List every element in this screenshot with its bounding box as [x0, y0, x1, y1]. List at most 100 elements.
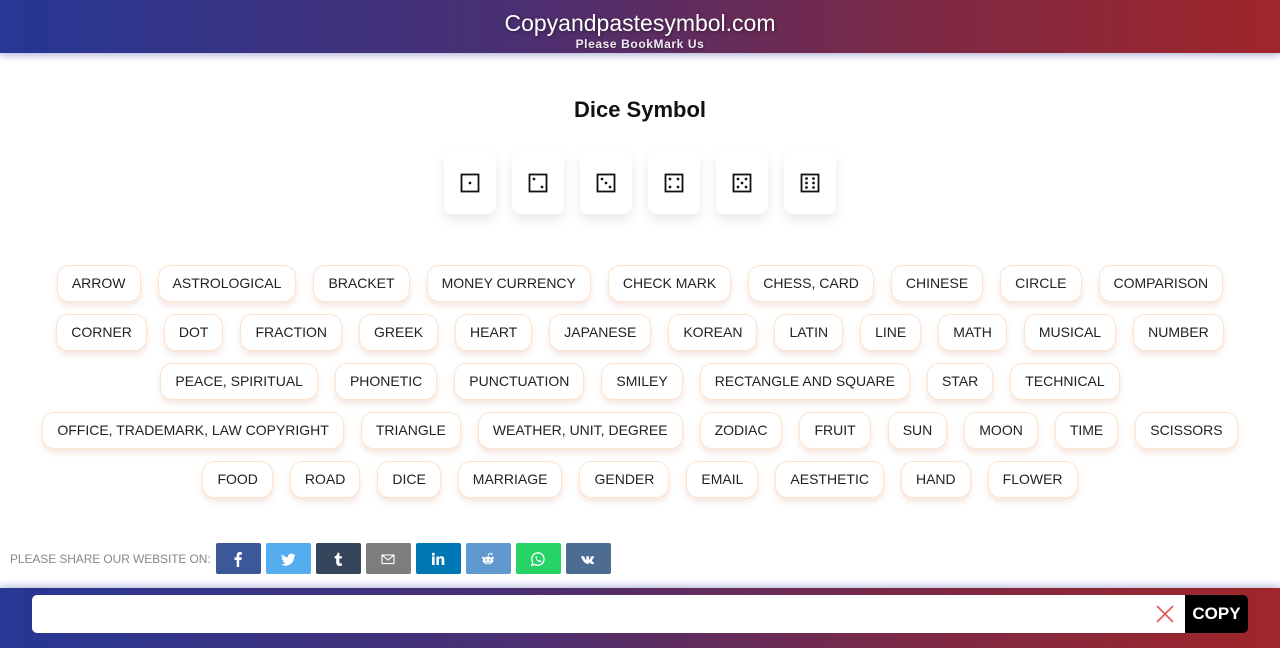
share-twitter-button[interactable]: [265, 543, 311, 574]
category-button-korean[interactable]: KOREAN: [668, 314, 758, 351]
category-button-triangle[interactable]: TRIANGLE: [360, 412, 461, 449]
category-button-check-mark[interactable]: CHECK MARK: [607, 265, 732, 302]
copy-bar: COPY: [0, 588, 1280, 648]
facebook-icon: [234, 551, 242, 567]
die-face-5-icon: [732, 173, 752, 192]
category-button-phonetic[interactable]: PHONETIC: [334, 363, 438, 400]
category-button-astrological[interactable]: ASTROLOGICAL: [157, 265, 297, 302]
category-button-zodiac[interactable]: ZODIAC: [699, 412, 783, 449]
copy-button[interactable]: COPY: [1185, 595, 1248, 633]
die-pip: [812, 181, 815, 184]
die-pip: [736, 185, 740, 188]
symbol-tile[interactable]: [512, 151, 564, 214]
category-button-peace-spiritual[interactable]: PEACE, SPIRITUAL: [160, 363, 318, 400]
category-button-time[interactable]: TIME: [1054, 412, 1119, 449]
die-pip: [676, 185, 680, 188]
symbol-tile[interactable]: [784, 151, 836, 214]
share-whatsapp-button[interactable]: [515, 543, 561, 574]
symbol-tile[interactable]: [580, 151, 632, 214]
symbol-tile[interactable]: [716, 151, 768, 214]
category-button-road[interactable]: ROAD: [289, 461, 361, 498]
site-subtitle: Please BookMark Us: [575, 37, 705, 51]
die-pip: [604, 181, 608, 184]
category-button-fruit[interactable]: FRUIT: [799, 412, 871, 449]
share-label: PLEASE SHARE OUR WEBSITE ON:: [10, 551, 211, 566]
die-pip: [540, 185, 544, 188]
site-title[interactable]: Copyandpastesymbol.com: [0, 0, 1280, 35]
reddit-icon: [482, 552, 495, 564]
category-button-weather-unit-degree[interactable]: WEATHER, UNIT, DEGREE: [477, 412, 683, 449]
die-face-4-icon: [664, 173, 684, 192]
category-button-punctuation[interactable]: PUNCTUATION: [454, 363, 585, 400]
die-pip: [668, 177, 672, 180]
category-button-sun[interactable]: SUN: [887, 412, 948, 449]
category-button-dice[interactable]: DICE: [377, 461, 441, 498]
die-pip: [812, 185, 815, 189]
die-pip: [668, 185, 672, 188]
die-pip: [812, 176, 815, 180]
category-button-money-currency[interactable]: MONEY CURRENCY: [426, 265, 591, 302]
category-button-scissors[interactable]: SCISSORS: [1135, 412, 1238, 449]
category-button-fraction[interactable]: FRACTION: [240, 314, 343, 351]
category-button-circle[interactable]: CIRCLE: [1000, 265, 1082, 302]
clear-button[interactable]: [1154, 603, 1176, 625]
vk-icon: [581, 555, 595, 564]
category-button-moon[interactable]: MOON: [964, 412, 1038, 449]
share-buttons: [215, 543, 616, 574]
category-button-chess-card[interactable]: CHESS, CARD: [748, 265, 874, 302]
category-button-line[interactable]: LINE: [860, 314, 922, 351]
category-button-hand[interactable]: HAND: [900, 461, 971, 498]
category-button-musical[interactable]: MUSICAL: [1023, 314, 1117, 351]
category-button-math[interactable]: MATH: [938, 314, 1007, 351]
die-face-1-icon: [460, 173, 480, 192]
share-tumblr-button[interactable]: [315, 543, 361, 574]
die-face-6-icon: [800, 173, 820, 192]
category-button-bracket[interactable]: BRACKET: [313, 265, 410, 302]
twitter-icon: [281, 553, 296, 566]
email-icon: [381, 553, 395, 564]
category-button-chinese[interactable]: CHINESE: [890, 265, 984, 302]
symbol-tile[interactable]: [648, 151, 700, 214]
category-button-greek[interactable]: GREEK: [359, 314, 439, 351]
die-pip: [468, 181, 472, 184]
category-button-heart[interactable]: HEART: [455, 314, 533, 351]
category-button-rectangle-and-square[interactable]: RECTANGLE AND SQUARE: [699, 363, 910, 400]
die-pip: [740, 181, 744, 184]
category-button-arrow[interactable]: ARROW: [56, 265, 141, 302]
category-button-smiley[interactable]: SMILEY: [601, 363, 683, 400]
category-button-marriage[interactable]: MARRIAGE: [457, 461, 563, 498]
share-linkedin-button[interactable]: [415, 543, 461, 574]
category-button-aesthetic[interactable]: AESTHETIC: [775, 461, 884, 498]
share-email-button[interactable]: [365, 543, 411, 574]
category-list: ARROW ASTROLOGICAL BRACKET MONEY CURRENCY CH…: [20, 265, 1260, 498]
close-icon: [1156, 605, 1174, 623]
die-pip: [744, 177, 748, 180]
share-vk-button[interactable]: [565, 543, 611, 574]
category-button-latin[interactable]: LATIN: [774, 314, 844, 351]
die-pip: [805, 185, 808, 189]
category-button-flower[interactable]: FLOWER: [987, 461, 1078, 498]
die-pip: [736, 177, 740, 180]
category-button-comparison[interactable]: COMPARISON: [1098, 265, 1224, 302]
share-bar: PLEASE SHARE OUR WEBSITE ON:: [10, 543, 616, 574]
die-pip: [744, 185, 748, 188]
category-button-dot[interactable]: DOT: [163, 314, 224, 351]
category-button-technical[interactable]: TECHNICAL: [1010, 363, 1120, 400]
symbol-grid: [0, 151, 1280, 214]
symbol-tile[interactable]: [444, 151, 496, 214]
whatsapp-icon: [530, 551, 545, 566]
category-button-office-trademark-law-copyright[interactable]: OFFICE, TRADEMARK, LAW COPYRIGHT: [42, 412, 344, 449]
share-facebook-button[interactable]: [215, 543, 261, 574]
tumblr-icon: [334, 552, 343, 566]
category-button-corner[interactable]: CORNER: [56, 314, 147, 351]
category-button-japanese[interactable]: JAPANESE: [549, 314, 652, 351]
die-face-2-icon: [528, 173, 548, 192]
category-button-email[interactable]: EMAIL: [686, 461, 759, 498]
category-button-food[interactable]: FOOD: [202, 461, 273, 498]
share-reddit-button[interactable]: [465, 543, 511, 574]
category-button-number[interactable]: NUMBER: [1133, 314, 1224, 351]
category-button-star[interactable]: STAR: [926, 363, 994, 400]
die-pip: [676, 177, 680, 180]
category-button-gender[interactable]: GENDER: [579, 461, 670, 498]
copy-input[interactable]: [32, 595, 1186, 633]
